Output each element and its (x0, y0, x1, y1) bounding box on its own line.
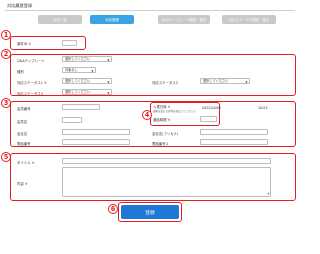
category-select[interactable]: 対象なし ▼ (62, 67, 96, 73)
category-label: 種別 (17, 70, 24, 74)
call-duration-input[interactable] (200, 116, 217, 122)
submit-button[interactable]: 登録 (121, 205, 179, 219)
qa-template-select[interactable]: 選択してください ▼ (62, 56, 112, 62)
status3-label: 対応ステータス3 (17, 92, 43, 96)
required-mark: ※ (24, 182, 28, 186)
chevron-down-icon: ▼ (245, 80, 248, 85)
tab-status-edit[interactable]: 対応ステータス閲覧・修正 (222, 15, 276, 24)
tab-qa-template[interactable]: Q&Aテンプレート閲覧・修正 (158, 15, 210, 24)
annotation-marker-5: 5 (1, 152, 11, 162)
qa-template-label: Q&Aテンプレート (17, 59, 45, 63)
title-input[interactable] (62, 158, 271, 164)
company-kana-label: 会社名(フリガナ) (152, 132, 179, 136)
call-duration-label: 通話時間※ (153, 118, 171, 122)
case-id-label: 案件ID※ (17, 42, 32, 46)
chevron-down-icon: ▼ (91, 69, 94, 74)
member-name-input[interactable] (62, 117, 82, 123)
status2-label: 対応ステータス2 (152, 81, 178, 85)
annotation-marker-6: 6 (108, 204, 118, 214)
phone1-label: 電話番号 (17, 142, 31, 146)
tab-register[interactable]: 対応登録 (90, 15, 134, 24)
title-divider (5, 10, 295, 11)
annotation-marker-3: 3 (1, 98, 11, 108)
status1-select[interactable]: 選択してください ▼ (62, 78, 112, 84)
received-time-value[interactable]: 10:03 (258, 106, 268, 110)
tab-history-list[interactable]: 対応一覧 (38, 15, 82, 24)
tab-bar: 対応一覧 対応登録 Q&Aテンプレート閲覧・修正 対応ステータス閲覧・修正 (38, 15, 276, 25)
case-id-input[interactable] (62, 40, 77, 46)
annotation-marker-1: 1 (1, 30, 11, 40)
required-mark: ※ (43, 81, 47, 85)
member-no-label: 会員番号 (17, 107, 31, 111)
annotation-marker-2: 2 (1, 49, 11, 59)
received-datetime-note: 通知を受ける日時を指定してください (153, 110, 196, 113)
section-classification (10, 54, 296, 96)
resize-handle-icon[interactable]: ◢ (267, 192, 269, 195)
company-input[interactable] (62, 129, 130, 135)
phone1-input[interactable] (62, 139, 130, 145)
chevron-down-icon: ▼ (107, 58, 110, 63)
page-title: 対応履歴登録 (7, 3, 33, 8)
member-name-label: 会員名 (17, 120, 28, 124)
company-label: 会社名 (17, 132, 28, 136)
content-textarea[interactable]: ◢ (62, 167, 271, 197)
content-label: 内容※ (17, 182, 28, 186)
chevron-down-icon: ▼ (107, 80, 110, 85)
received-date-value[interactable]: 2022/04/02 (202, 106, 221, 110)
status1-label: 対応ステータス1※ (17, 81, 47, 85)
chevron-down-icon: ▼ (107, 91, 110, 96)
company-kana-input[interactable] (200, 129, 268, 135)
required-mark: ※ (28, 42, 32, 46)
required-mark: ※ (31, 161, 35, 165)
status2-select[interactable]: 選択してください ▼ (200, 78, 250, 84)
annotation-marker-4: 4 (142, 110, 152, 120)
status3-select[interactable]: 選択してください ▼ (62, 89, 112, 95)
phone2-label: 電話番号２ (152, 142, 169, 146)
required-mark: ※ (167, 118, 171, 122)
member-no-input[interactable] (62, 104, 100, 110)
phone2-input[interactable] (200, 139, 268, 145)
title-label: タイトル※ (17, 161, 35, 165)
